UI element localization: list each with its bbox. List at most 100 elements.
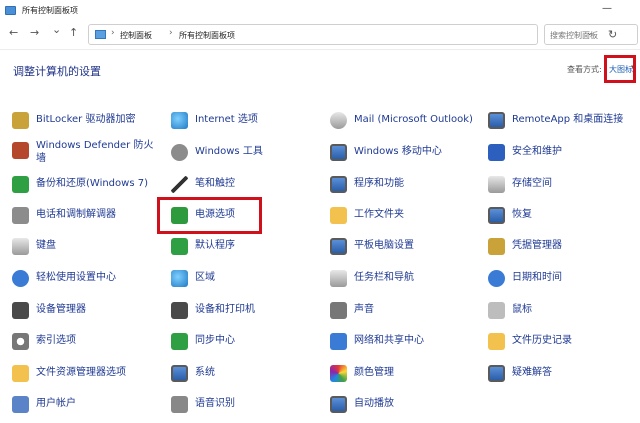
item-label: Windows 移动中心 <box>354 146 442 157</box>
cp-item-mail[interactable]: Mail (Microsoft Outlook) <box>328 108 473 132</box>
item-label: 恢复 <box>512 209 532 220</box>
credential-manager-icon <box>486 236 506 256</box>
ease-of-access-icon <box>10 268 30 288</box>
cp-item-work-folders[interactable]: 工作文件夹 <box>328 203 404 227</box>
item-label: 日期和时间 <box>512 272 562 283</box>
cp-item-security-maintenance[interactable]: 安全和维护 <box>486 140 562 164</box>
cp-item-default-programs[interactable]: 默认程序 <box>169 234 235 258</box>
cp-item-storage-spaces[interactable]: 存储空间 <box>486 172 552 196</box>
item-label: 文件资源管理器选项 <box>36 367 126 378</box>
item-label: 用户帐户 <box>36 398 76 409</box>
item-label: 任务栏和导航 <box>354 272 414 283</box>
file-history-icon <box>486 331 506 351</box>
cp-item-date-time[interactable]: 日期和时间 <box>486 266 562 290</box>
item-label: 设备管理器 <box>36 304 86 315</box>
item-label: RemoteApp 和桌面连接 <box>512 114 624 125</box>
item-label: 轻松使用设置中心 <box>36 272 116 283</box>
cp-item-network-sharing[interactable]: 网络和共享中心 <box>328 329 424 353</box>
cp-item-remoteapp[interactable]: RemoteApp 和桌面连接 <box>486 108 623 132</box>
page-title: 调整计算机的设置 <box>13 65 101 78</box>
divider <box>0 49 640 50</box>
item-label: 键盘 <box>36 240 56 251</box>
remoteapp-icon <box>486 110 506 130</box>
gear-icon <box>169 142 189 162</box>
item-label: 同步中心 <box>195 335 235 346</box>
cp-item-mouse[interactable]: 鼠标 <box>486 298 532 322</box>
work-folders-icon <box>328 205 348 225</box>
system-monitor-icon <box>169 363 189 383</box>
firewall-icon <box>10 140 30 160</box>
recent-locations-dropdown-icon[interactable]: ⌄ <box>52 24 61 36</box>
item-label: 存储空间 <box>512 178 552 189</box>
cp-item-credential-manager[interactable]: 凭据管理器 <box>486 234 562 258</box>
cp-item-keyboard[interactable]: 键盘 <box>10 234 56 258</box>
search-input[interactable]: 搜索控制面板 <box>544 24 638 45</box>
up-arrow-icon[interactable]: ↑ <box>69 27 78 39</box>
item-label: Windows Defender 防火墙 <box>36 140 154 164</box>
window-title: 所有控制面板项 <box>22 5 78 15</box>
item-label: 平板电脑设置 <box>354 240 414 251</box>
item-label: 区域 <box>195 272 215 283</box>
item-label: BitLocker 驱动器加密 <box>36 114 136 125</box>
cp-item-internet-options[interactable]: Internet 选项 <box>169 108 258 132</box>
cp-item-programs-features[interactable]: 程序和功能 <box>328 172 404 196</box>
cp-item-firewall[interactable]: Windows Defender 防火墙 <box>10 139 154 171</box>
clock-icon <box>486 268 506 288</box>
cp-item-windows-tools[interactable]: Windows 工具 <box>169 140 263 164</box>
address-bar[interactable]: › 控制面板 › 所有控制面板项 ⌄ ↻ <box>88 24 617 45</box>
control-panel-icon <box>95 30 106 39</box>
minimize-button[interactable]: — <box>602 3 612 15</box>
highlight-view-by <box>604 55 636 83</box>
keyboard-icon <box>10 236 30 256</box>
cp-item-pen-touch[interactable]: 笔和触控 <box>169 172 235 196</box>
cp-item-tablet-settings[interactable]: 平板电脑设置 <box>328 234 414 258</box>
item-label: 声音 <box>354 304 374 315</box>
cp-item-taskbar-navigation[interactable]: 任务栏和导航 <box>328 266 414 290</box>
item-label: 疑难解答 <box>512 367 552 378</box>
cp-item-ease-of-access[interactable]: 轻松使用设置中心 <box>10 266 116 290</box>
item-label: 安全和维护 <box>512 146 562 157</box>
default-programs-icon <box>169 236 189 256</box>
cp-item-folder-options[interactable]: 文件资源管理器选项 <box>10 361 126 385</box>
item-label: 默认程序 <box>195 240 235 251</box>
cp-item-mobility-center[interactable]: Windows 移动中心 <box>328 140 442 164</box>
item-label: 工作文件夹 <box>354 209 404 220</box>
cp-item-recovery[interactable]: 恢复 <box>486 203 532 227</box>
cp-item-file-history[interactable]: 文件历史记录 <box>486 329 572 353</box>
cp-item-troubleshooting[interactable]: 疑难解答 <box>486 361 552 385</box>
item-label: Internet 选项 <box>195 114 258 125</box>
mobility-center-icon <box>328 142 348 162</box>
cp-item-phone-modem[interactable]: 电话和调制解调器 <box>10 203 116 227</box>
cp-item-system[interactable]: 系统 <box>169 361 215 385</box>
chevron-right-icon: › <box>169 28 173 38</box>
programs-features-icon <box>328 174 348 194</box>
autoplay-icon <box>328 394 348 414</box>
breadcrumb-control-panel[interactable]: 控制面板 <box>120 30 152 41</box>
cp-item-device-manager[interactable]: 设备管理器 <box>10 298 86 322</box>
cp-item-backup[interactable]: 备份和还原(Windows 7) <box>10 172 148 196</box>
control-panel-icon <box>5 5 16 15</box>
color-management-icon <box>328 363 348 383</box>
cp-item-color-management[interactable]: 颜色管理 <box>328 361 394 385</box>
item-label: 颜色管理 <box>354 367 394 378</box>
bitlocker-key-icon <box>10 110 30 130</box>
cp-item-indexing[interactable]: 索引选项 <box>10 329 76 353</box>
phone-modem-icon <box>10 205 30 225</box>
search-placeholder: 搜索控制面板 <box>550 31 598 40</box>
forward-arrow-icon[interactable]: → <box>30 27 39 39</box>
highlight-power-options <box>157 197 262 234</box>
cp-item-devices-printers[interactable]: 设备和打印机 <box>169 298 255 322</box>
cp-item-user-accounts[interactable]: 用户帐户 <box>10 392 76 416</box>
item-label: 鼠标 <box>512 304 532 315</box>
back-arrow-icon[interactable]: ← <box>9 27 18 39</box>
cp-item-speech-recognition[interactable]: 语音识别 <box>169 392 235 416</box>
cp-item-region[interactable]: 区域 <box>169 266 215 290</box>
cp-item-autoplay[interactable]: 自动播放 <box>328 392 394 416</box>
user-accounts-icon <box>10 394 30 414</box>
sync-icon <box>169 331 189 351</box>
cp-item-sync-center[interactable]: 同步中心 <box>169 329 235 353</box>
taskbar-icon <box>328 268 348 288</box>
cp-item-sound[interactable]: 声音 <box>328 298 374 322</box>
breadcrumb-all-items[interactable]: 所有控制面板项 <box>179 30 235 41</box>
cp-item-bitlocker[interactable]: BitLocker 驱动器加密 <box>10 108 135 132</box>
